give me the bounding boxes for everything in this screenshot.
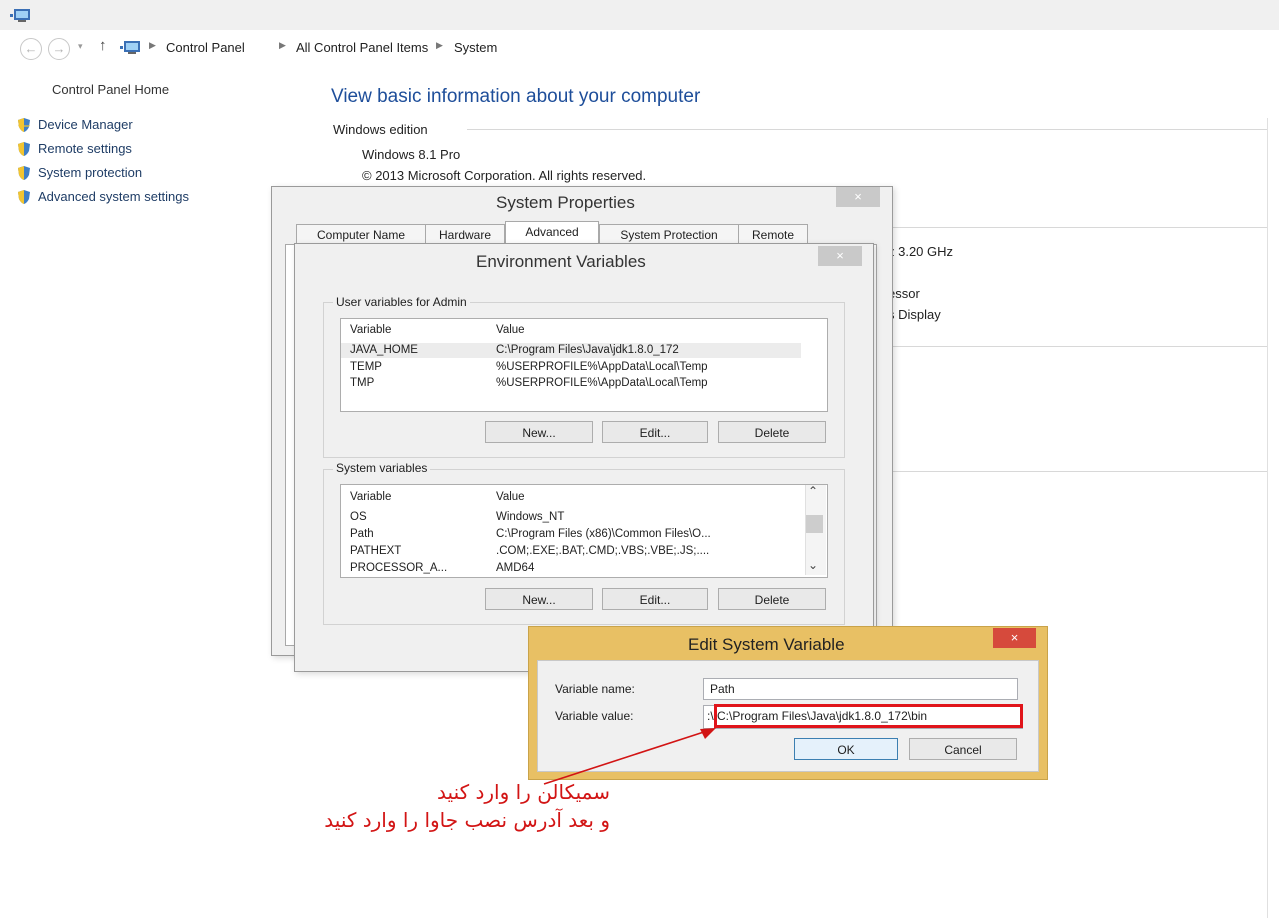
pen-touch-text: s Display (888, 307, 941, 322)
system-properties-title: System Properties (496, 193, 635, 212)
variable-name-input[interactable]: Path (703, 678, 1018, 700)
close-icon[interactable]: × (993, 628, 1036, 648)
breadcrumb-separator-icon: ▶ (149, 40, 156, 50)
table-row-value[interactable]: C:\Program Files (x86)\Common Files\O... (496, 528, 711, 540)
user-edit-button[interactable]: Edit... (602, 421, 708, 443)
annotation-line-1: سمیکالن را وارد کنید (437, 780, 610, 804)
table-row-value[interactable]: %USERPROFILE%\AppData\Local\Temp (496, 377, 708, 389)
close-icon[interactable]: × (818, 246, 862, 266)
windows-edition-heading: Windows edition (333, 122, 428, 137)
ok-button[interactable]: OK (794, 738, 898, 760)
tab-system-protection[interactable]: System Protection (599, 224, 739, 245)
table-row-variable[interactable]: PROCESSOR_A... (350, 562, 447, 574)
user-variables-label: User variables for Admin (333, 295, 470, 309)
windows-edition-value: Windows 8.1 Pro (362, 147, 461, 162)
copyright-text: © 2013 Microsoft Corporation. All rights… (362, 168, 647, 183)
table-row-variable[interactable]: TEMP (350, 361, 382, 373)
page-title: View basic information about your comput… (331, 86, 701, 107)
section-divider (467, 129, 1267, 130)
device-manager-link[interactable]: Device Manager (38, 117, 133, 132)
remote-settings-link[interactable]: Remote settings (38, 141, 132, 156)
table-row-value[interactable]: .COM;.EXE;.BAT;.CMD;.VBS;.VBE;.JS;.... (496, 545, 709, 557)
system-protection-link[interactable]: System protection (38, 165, 142, 180)
environment-variables-title: Environment Variables (476, 252, 646, 271)
tab-computer-name[interactable]: Computer Name (296, 224, 426, 245)
user-delete-button[interactable]: Delete (718, 421, 826, 443)
tab-hardware[interactable]: Hardware (425, 224, 505, 245)
cancel-button[interactable]: Cancel (909, 738, 1017, 760)
table-row-value[interactable]: Windows_NT (496, 511, 564, 523)
table-row-variable[interactable]: OS (350, 511, 367, 523)
table-row-value[interactable]: %USERPROFILE%\AppData\Local\Temp (496, 361, 708, 373)
breadcrumb-separator-icon: ▶ (279, 40, 286, 50)
system-edit-button[interactable]: Edit... (602, 588, 708, 610)
system-new-button[interactable]: New... (485, 588, 593, 610)
tab-remote[interactable]: Remote (738, 224, 808, 245)
scroll-down-icon[interactable]: ⌄ (808, 558, 818, 572)
user-new-button[interactable]: New... (485, 421, 593, 443)
shield-icon (18, 118, 30, 132)
system-delete-button[interactable]: Delete (718, 588, 826, 610)
table-row-variable[interactable]: JAVA_HOME (350, 344, 418, 356)
column-header-value[interactable]: Value (496, 324, 525, 336)
shield-icon (18, 166, 30, 180)
edit-system-variable-title: Edit System Variable (688, 635, 845, 654)
processor-speed-text: z 3.20 GHz (888, 244, 954, 259)
advanced-system-settings-link[interactable]: Advanced system settings (38, 189, 189, 204)
back-icon[interactable]: ← (20, 38, 42, 60)
breadcrumb-separator-icon: ▶ (436, 40, 443, 50)
shield-icon (18, 190, 30, 204)
computer-icon (10, 9, 30, 22)
column-header-value[interactable]: Value (496, 491, 525, 503)
scroll-up-icon[interactable]: ⌃ (808, 484, 818, 498)
column-header-variable[interactable]: Variable (350, 491, 391, 503)
system-variables-label: System variables (333, 461, 431, 475)
forward-icon[interactable]: → (48, 38, 70, 60)
window-title-bar (0, 0, 1279, 30)
breadcrumb-system[interactable]: System (454, 40, 497, 55)
variable-name-label: Variable name: (555, 682, 635, 696)
computer-icon (120, 41, 140, 54)
table-row-variable[interactable]: Path (350, 528, 374, 540)
section-divider (888, 346, 1268, 347)
table-row-variable[interactable]: PATHEXT (350, 545, 401, 557)
column-header-variable[interactable]: Variable (350, 324, 391, 336)
table-row-variable[interactable]: TMP (350, 377, 374, 389)
table-row-value[interactable]: AMD64 (496, 562, 534, 574)
main-scroll-edge (1267, 118, 1268, 918)
up-arrow-icon[interactable]: ↑ (99, 37, 107, 54)
section-divider (888, 227, 1268, 228)
recent-locations-chevron-icon[interactable]: ▾ (78, 41, 83, 52)
table-row-value[interactable]: C:\Program Files\Java\jdk1.8.0_172 (496, 344, 679, 356)
control-panel-home-link[interactable]: Control Panel Home (52, 82, 169, 97)
section-divider (888, 471, 1268, 472)
annotation-line-2: و بعد آدرس نصب جاوا را وارد کنید (324, 808, 610, 832)
variable-value-input[interactable]: :\;C:\Program Files\Java\jdk1.8.0_172\bi… (703, 705, 1023, 729)
shield-icon (18, 142, 30, 156)
close-icon[interactable]: × (836, 187, 880, 207)
breadcrumb-control-panel[interactable]: Control Panel (166, 40, 245, 55)
scrollbar-thumb[interactable] (806, 515, 823, 533)
breadcrumb-all-items[interactable]: All Control Panel Items (296, 40, 428, 55)
